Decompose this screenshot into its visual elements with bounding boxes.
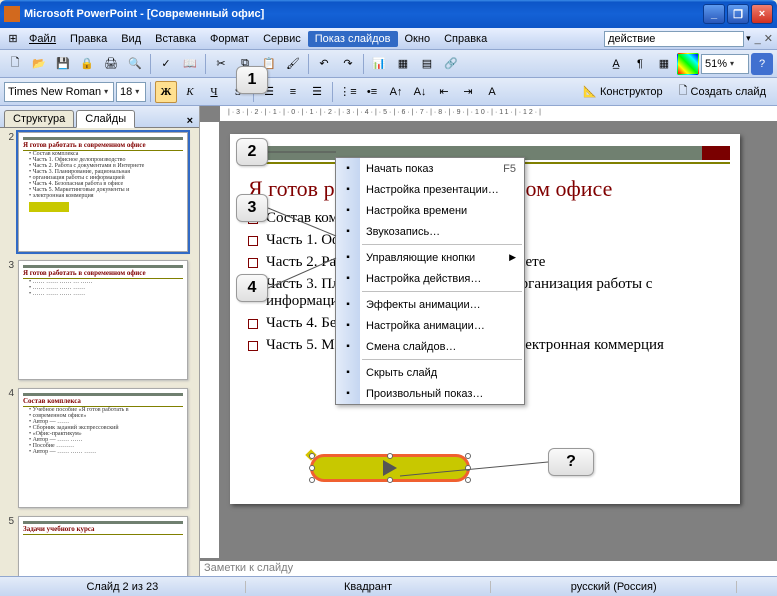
align-center-icon[interactable]: ≡ xyxy=(282,81,304,103)
close-button[interactable]: × xyxy=(751,4,773,24)
status-slide: Слайд 2 из 23 xyxy=(0,581,246,593)
app-icon xyxy=(4,6,20,22)
save-icon[interactable]: 💾 xyxy=(52,53,74,75)
spellcheck-icon[interactable]: ✓ xyxy=(155,53,177,75)
horizontal-ruler xyxy=(220,106,777,122)
numbering-icon[interactable]: ⋮≡ xyxy=(337,81,359,103)
italic-button[interactable]: К xyxy=(179,81,201,103)
tab-structure[interactable]: Структура xyxy=(4,110,74,127)
menu-help[interactable]: Справка xyxy=(437,31,494,47)
status-layout: Квадрант xyxy=(246,581,492,593)
decrease-indent-icon[interactable]: ⇤ xyxy=(433,81,455,103)
hyperlink-icon[interactable]: 🔗 xyxy=(440,53,462,75)
menu-format[interactable]: Формат xyxy=(203,31,256,47)
font-size-combo[interactable]: 18▾ xyxy=(116,82,146,102)
play-icon xyxy=(383,460,397,476)
open-icon[interactable]: 📂 xyxy=(28,53,50,75)
callout-3: 3 xyxy=(236,194,268,222)
callout-1: 1 xyxy=(236,66,268,94)
titlebar: Microsoft PowerPoint - [Современный офис… xyxy=(0,0,777,28)
expand-icon[interactable]: A̲ xyxy=(605,53,627,75)
thumbnail[interactable]: Состав комплекса • Учебное пособие «Я го… xyxy=(18,388,188,508)
cut-icon[interactable]: ✂ xyxy=(210,53,232,75)
show-formatting-icon[interactable]: ¶ xyxy=(629,53,651,75)
menu-item[interactable]: ▪Управляющие кнопки▶ xyxy=(336,247,524,268)
menu-slideshow[interactable]: Показ слайдов xyxy=(308,31,398,47)
redo-icon[interactable]: ↷ xyxy=(337,53,359,75)
maximize-button[interactable]: ❐ xyxy=(727,4,749,24)
thumbnail[interactable]: Задачи учебного курса xyxy=(18,516,188,576)
menu-item[interactable]: ▪Настройка времени xyxy=(336,200,524,221)
menu-insert[interactable]: Вставка xyxy=(148,31,203,47)
thumb-number: 4 xyxy=(2,388,14,508)
menu-item[interactable]: ▪Настройка действия… xyxy=(336,268,524,289)
bold-button[interactable]: Ж xyxy=(155,81,177,103)
thumbnail-list[interactable]: 2 Я готов работать в современном офисе •… xyxy=(0,128,199,576)
window-title: Microsoft PowerPoint - [Современный офис… xyxy=(24,8,701,20)
format-painter-icon[interactable]: 🖌 xyxy=(282,53,304,75)
new-slide-button[interactable]: 🗋Создать слайд xyxy=(672,81,773,103)
left-panel: Структура Слайды × 2 Я готов работать в … xyxy=(0,106,200,576)
align-right-icon[interactable]: ☰ xyxy=(306,81,328,103)
menu-tools[interactable]: Сервис xyxy=(256,31,308,47)
search-box[interactable] xyxy=(604,31,744,47)
vertical-ruler xyxy=(200,122,220,558)
standard-toolbar: 🗋 📂 💾 🔒 🖨 🔍 ✓ 📖 ✂ ⧉ 📋 🖌 ↶ ↷ 📊 ▦ ▤ 🔗 A̲ ¶… xyxy=(0,50,777,78)
designer-button[interactable]: 📐Конструктор xyxy=(576,81,669,103)
font-name-combo[interactable]: Times New Roman▾ xyxy=(4,82,114,102)
minimize-button[interactable]: _ xyxy=(703,4,725,24)
menu-item[interactable]: ▪Настройка анимации… xyxy=(336,315,524,336)
close-panel-icon[interactable]: × xyxy=(181,115,199,127)
font-color-icon[interactable]: A xyxy=(481,81,503,103)
status-lang: русский (Россия) xyxy=(491,581,737,593)
table-icon[interactable]: ▦ xyxy=(392,53,414,75)
print-icon[interactable]: 🖨 xyxy=(100,53,122,75)
menu-edit[interactable]: Правка xyxy=(63,31,114,47)
menu-window[interactable]: Окно xyxy=(398,31,438,47)
app-menu-icon[interactable]: ⊞ xyxy=(4,28,22,50)
menubar: ⊞ Файл Правка Вид Вставка Формат Сервис … xyxy=(0,28,777,50)
grid-icon[interactable]: ▦ xyxy=(653,53,675,75)
callout-2: 2 xyxy=(236,138,268,166)
slideshow-dropdown: ▪Начать показF5▪Настройка презентации…▪Н… xyxy=(335,157,525,405)
zoom-combo[interactable]: 51%▾ xyxy=(701,54,749,74)
menu-item[interactable]: ▪Эффекты анимации… xyxy=(336,294,524,315)
help-icon[interactable]: ? xyxy=(751,53,773,75)
thumb-number: 5 xyxy=(2,516,14,576)
thumb-number: 3 xyxy=(2,260,14,380)
thumbnail[interactable]: Я готов работать в современном офисе • …… xyxy=(18,260,188,380)
increase-indent-icon[interactable]: ⇥ xyxy=(457,81,479,103)
workspace: Структура Слайды × 2 Я готов работать в … xyxy=(0,106,777,576)
menu-view[interactable]: Вид xyxy=(114,31,148,47)
menu-item[interactable]: ▪Скрыть слайд xyxy=(336,362,524,383)
menu-item[interactable]: ▪Настройка презентации… xyxy=(336,179,524,200)
bullets-icon[interactable]: •≡ xyxy=(361,81,383,103)
action-button-shape[interactable] xyxy=(310,454,470,482)
menu-item[interactable]: ▪Начать показF5 xyxy=(336,158,524,179)
thumb-number: 2 xyxy=(2,132,14,252)
undo-icon[interactable]: ↶ xyxy=(313,53,335,75)
permission-icon[interactable]: 🔒 xyxy=(76,53,98,75)
callout-question: ? xyxy=(548,448,594,476)
underline-button[interactable]: Ч xyxy=(203,81,225,103)
thumbnail[interactable]: Я готов работать в современном офисе • С… xyxy=(18,132,188,252)
callout-4: 4 xyxy=(236,274,268,302)
new-icon[interactable]: 🗋 xyxy=(4,53,26,75)
menu-item[interactable]: ▪Произвольный показ… xyxy=(336,383,524,404)
menu-file[interactable]: Файл xyxy=(22,31,63,47)
menu-item[interactable]: ▪Смена слайдов… xyxy=(336,336,524,357)
menu-item[interactable]: ▪Звукозапись… xyxy=(336,221,524,242)
formatting-toolbar: Times New Roman▾ 18▾ Ж К Ч S ☰ ≡ ☰ ⋮≡ •≡… xyxy=(0,78,777,106)
preview-icon[interactable]: 🔍 xyxy=(124,53,146,75)
research-icon[interactable]: 📖 xyxy=(179,53,201,75)
color-icon[interactable] xyxy=(677,53,699,75)
chart-icon[interactable]: 📊 xyxy=(368,53,390,75)
statusbar: Слайд 2 из 23 Квадрант русский (Россия) xyxy=(0,576,777,596)
notes-pane[interactable]: Заметки к слайду xyxy=(200,558,777,576)
increase-font-icon[interactable]: A↑ xyxy=(385,81,407,103)
tables-icon[interactable]: ▤ xyxy=(416,53,438,75)
decrease-font-icon[interactable]: A↓ xyxy=(409,81,431,103)
tab-slides[interactable]: Слайды xyxy=(76,110,135,128)
panel-tabs: Структура Слайды × xyxy=(0,106,199,128)
